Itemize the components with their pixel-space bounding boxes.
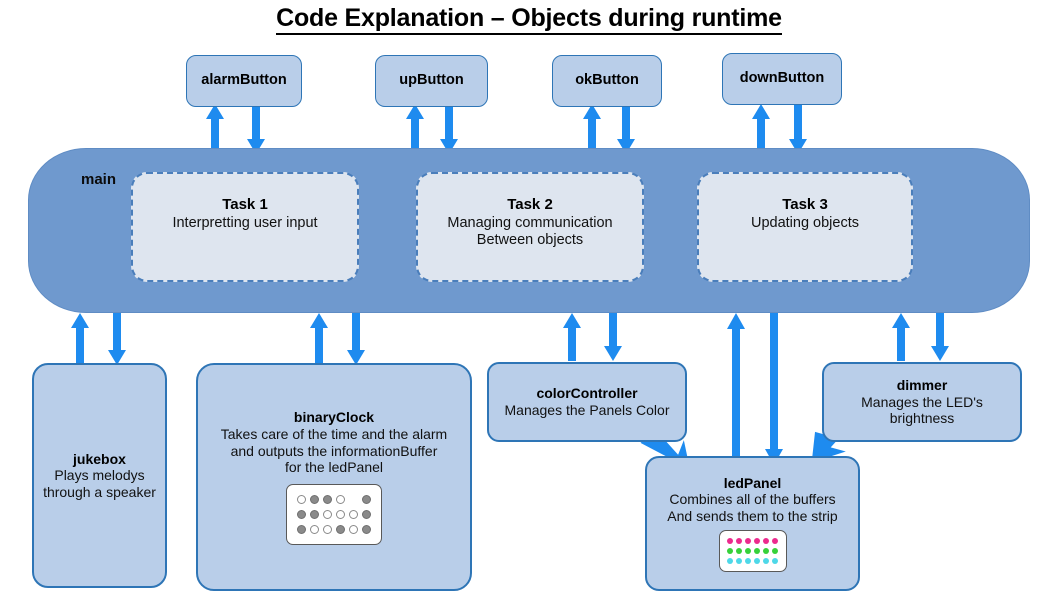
led-cell <box>736 548 742 555</box>
task-2-description: Managing communication Between objects <box>447 215 613 249</box>
led-cell <box>310 524 319 534</box>
led-cell <box>754 558 760 565</box>
arrow-colorcontroller-to-main <box>563 313 581 361</box>
task-1[interactable]: Task 1 Interpretting user input <box>131 172 359 282</box>
node-binaryclock[interactable]: binaryClock Takes care of the time and t… <box>196 363 472 591</box>
node-colorcontroller-description: Manages the Panels Color <box>504 402 670 418</box>
arrow-main-to-dimmer <box>931 313 949 361</box>
led-cell <box>727 548 733 555</box>
led-cell <box>349 509 358 519</box>
task-1-title: Task 1 <box>222 196 268 213</box>
arrow-main-to-binaryclock <box>347 313 365 365</box>
task-1-description: Interpretting user input <box>172 215 318 231</box>
led-cell <box>310 494 319 504</box>
led-cell <box>745 558 751 565</box>
task-3[interactable]: Task 3 Updating objects <box>697 172 913 282</box>
led-cell <box>323 494 332 504</box>
arrow-alarmbutton-to-main <box>247 104 265 154</box>
arrow-main-to-downbutton <box>752 104 770 154</box>
led-cell <box>362 509 371 519</box>
led-cell <box>745 538 751 545</box>
arrow-downbutton-to-main <box>789 104 807 154</box>
led-cell <box>336 524 345 534</box>
page-title: Code Explanation – Objects during runtim… <box>0 4 1058 35</box>
arrow-jukebox-to-main <box>71 313 89 365</box>
task-3-title: Task 3 <box>782 196 828 213</box>
node-alarmbutton-label: alarmButton <box>201 72 287 89</box>
node-jukebox[interactable]: jukebox Plays melodys through a speaker <box>32 363 167 588</box>
led-cell <box>736 558 742 565</box>
led-cell <box>772 538 778 545</box>
led-cell <box>763 538 769 545</box>
binary-clock-led-matrix <box>286 483 382 545</box>
node-downbutton[interactable]: downButton <box>722 53 842 105</box>
led-cell <box>349 524 358 534</box>
led-cell <box>297 509 306 519</box>
led-cell <box>336 494 345 504</box>
node-dimmer-label: dimmer <box>896 377 948 394</box>
arrow-upbutton-to-main <box>440 104 458 154</box>
node-alarmbutton[interactable]: alarmButton <box>186 55 302 107</box>
node-binaryclock-description: Takes care of the time and the alarm and… <box>220 425 448 476</box>
led-cell <box>362 494 371 504</box>
led-cell <box>763 548 769 555</box>
led-panel-matrix <box>718 530 787 573</box>
led-cell <box>310 509 319 519</box>
task-2[interactable]: Task 2 Managing communication Between ob… <box>416 172 644 282</box>
node-ledpanel[interactable]: ledPanel Combines all of the buffers And… <box>645 456 860 591</box>
diagram-canvas: Code Explanation – Objects during runtim… <box>0 0 1058 595</box>
node-downbutton-label: downButton <box>739 70 825 87</box>
node-upbutton-label: upButton <box>399 72 464 89</box>
node-dimmer-description: Manages the LED's brightness <box>861 393 983 427</box>
node-okbutton-label: okButton <box>575 72 639 89</box>
led-cell <box>349 495 358 504</box>
arrow-main-to-ledpanel <box>765 313 783 465</box>
led-cell <box>772 548 778 555</box>
led-cell <box>745 548 751 555</box>
led-cell <box>297 524 306 534</box>
arrow-main-to-okbutton <box>583 104 601 154</box>
arrow-main-to-upbutton <box>406 104 424 154</box>
led-cell <box>727 538 733 545</box>
node-colorcontroller[interactable]: colorController Manages the Panels Color <box>487 362 687 442</box>
led-cell <box>297 494 306 504</box>
arrow-main-to-alarmbutton <box>206 104 224 154</box>
node-dimmer[interactable]: dimmer Manages the LED's brightness <box>822 362 1022 442</box>
arrow-main-to-jukebox <box>108 313 126 365</box>
led-cell <box>323 509 332 519</box>
arrow-dimmer-to-main <box>892 313 910 361</box>
node-jukebox-description: Plays melodys through a speaker <box>43 467 156 500</box>
node-ledpanel-label: ledPanel <box>723 474 782 491</box>
arrow-main-to-colorcontroller <box>604 313 622 361</box>
arrow-binaryclock-to-main <box>310 313 328 365</box>
led-cell <box>736 538 742 545</box>
node-ledpanel-description: Combines all of the buffers And sends th… <box>667 491 838 524</box>
node-okbutton[interactable]: okButton <box>552 55 662 107</box>
arrow-ledpanel-to-main <box>727 313 745 465</box>
led-cell <box>323 524 332 534</box>
node-binaryclock-label: binaryClock <box>293 409 375 426</box>
led-cell <box>336 509 345 519</box>
led-cell <box>754 538 760 545</box>
page-title-text: Code Explanation – Objects during runtim… <box>276 4 782 35</box>
task-2-title: Task 2 <box>507 196 553 213</box>
task-3-description: Updating objects <box>750 215 859 231</box>
node-upbutton[interactable]: upButton <box>375 55 488 107</box>
main-label: main <box>81 171 117 188</box>
led-cell <box>362 524 371 534</box>
node-colorcontroller-label: colorController <box>536 385 638 402</box>
arrow-okbutton-to-main <box>617 104 635 154</box>
led-cell <box>763 558 769 565</box>
led-cell <box>772 558 778 565</box>
led-cell <box>754 548 760 555</box>
node-jukebox-label: jukebox <box>73 450 126 467</box>
led-cell <box>727 558 733 565</box>
